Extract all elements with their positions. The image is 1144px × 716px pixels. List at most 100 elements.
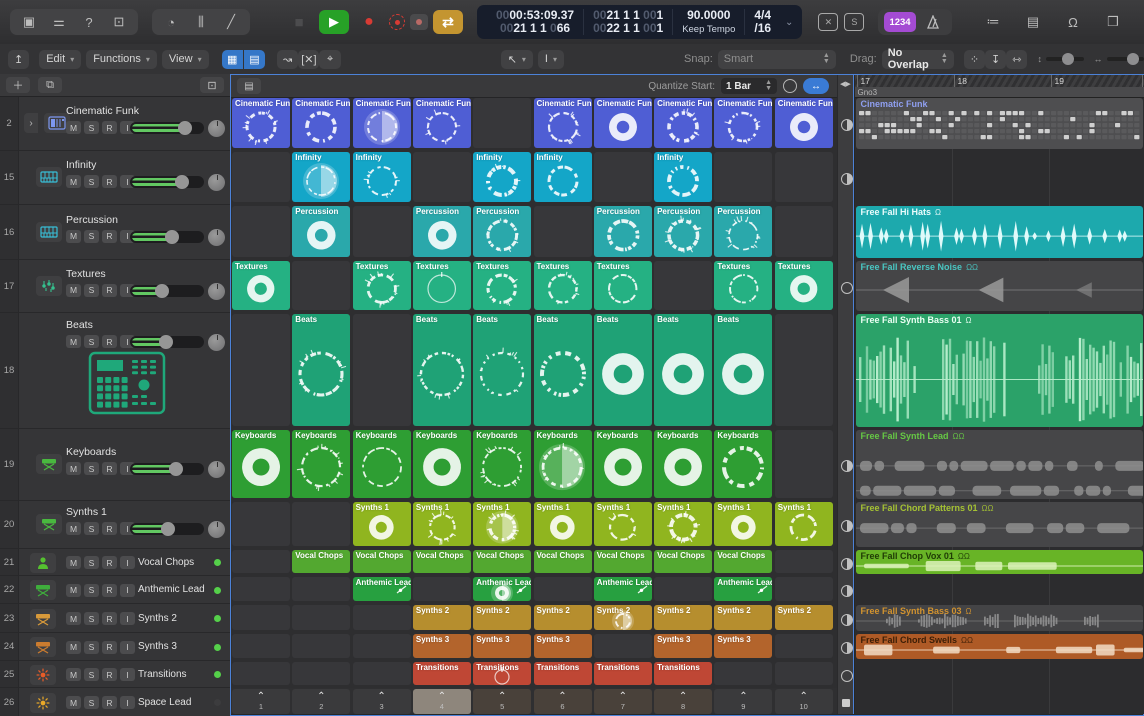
snap-select[interactable]: Smart▲▼ — [718, 50, 836, 69]
sun-icon[interactable] — [30, 665, 56, 685]
empty-cell-slot[interactable] — [232, 502, 290, 546]
empty-cell-slot[interactable] — [775, 634, 833, 658]
m-button[interactable]: M — [66, 522, 81, 535]
drum-grid-icon[interactable] — [36, 222, 62, 242]
track-name[interactable]: Space Lead — [138, 697, 191, 708]
track-name[interactable]: Percussion — [66, 214, 118, 226]
grid-cell[interactable]: Transitions — [594, 662, 652, 685]
i-button[interactable]: I — [120, 556, 135, 569]
volume-slider[interactable] — [130, 523, 204, 535]
empty-cell-slot[interactable] — [775, 662, 833, 685]
grid-cell[interactable]: Synths 1 — [714, 502, 772, 546]
grid-cell[interactable]: Percussion — [473, 206, 531, 257]
view-menu[interactable]: View▾ — [162, 50, 209, 69]
grid-cell[interactable]: Textures — [534, 261, 592, 310]
grid-cell[interactable]: Cinematic Funk — [413, 98, 471, 148]
audio-region[interactable]: Free Fall Chop Vox 01ΩΩ — [856, 550, 1143, 574]
note-pads-icon[interactable]: ▤ — [1020, 11, 1046, 33]
row-focus-icon[interactable] — [841, 585, 853, 597]
row-focus-icon[interactable] — [841, 173, 853, 185]
m-button[interactable]: M — [66, 284, 81, 297]
m-button[interactable]: M — [66, 335, 81, 348]
empty-cell-slot[interactable] — [232, 662, 290, 685]
functions-menu[interactable]: Functions▾ — [86, 50, 157, 69]
grid-cell[interactable]: Synths 3 — [714, 634, 772, 658]
empty-cell-slot[interactable] — [654, 261, 712, 310]
m-button[interactable]: M — [66, 121, 81, 134]
scene-row-focus-icon[interactable] — [842, 699, 850, 707]
grid-cell[interactable]: Beats — [292, 314, 350, 426]
grid-cell[interactable]: Synths 2 — [775, 605, 833, 630]
track-header[interactable]: 20Synths 1MSRI — [0, 501, 230, 549]
scene-trigger[interactable]: ⌃10 — [775, 689, 833, 714]
grid-cell[interactable]: Cinematic Funk — [654, 98, 712, 148]
tuner-icon[interactable]: ◔ — [158, 11, 184, 33]
empty-cell-slot[interactable] — [232, 634, 290, 658]
track-name[interactable]: Synths 2 — [138, 613, 177, 624]
row-focus-icon[interactable] — [841, 614, 853, 626]
grid-cell[interactable]: Textures — [232, 261, 290, 310]
volume-slider[interactable] — [130, 463, 204, 475]
mini-record-icon[interactable] — [410, 14, 428, 30]
keyboard-icon[interactable] — [30, 580, 56, 600]
horizontal-zoom-slider[interactable] — [1107, 57, 1144, 61]
loop-browser-icon[interactable]: Ω — [1060, 11, 1086, 33]
tracks-view-button[interactable]: ▤ — [244, 50, 265, 69]
track-name[interactable]: Vocal Chops — [138, 557, 194, 568]
stop-button[interactable]: ■ — [284, 10, 314, 34]
s-button[interactable]: S — [84, 121, 99, 134]
empty-cell-slot[interactable] — [413, 577, 471, 601]
row-focus-icon[interactable] — [841, 282, 853, 294]
count-in-button[interactable]: 1234 — [884, 12, 915, 32]
empty-cell-slot[interactable] — [292, 605, 350, 630]
empty-cell-slot[interactable] — [775, 152, 833, 202]
audio-region[interactable]: Free Fall Synth Bass 01Ω — [856, 314, 1143, 427]
grid-settings-icon[interactable]: ▤ — [237, 78, 261, 94]
grid-cell[interactable]: Transitions — [534, 662, 592, 685]
drum-grid-icon[interactable] — [36, 167, 62, 187]
track-header[interactable]: 25MSRITransitions — [0, 661, 230, 688]
grid-cell[interactable]: Infinity — [473, 152, 531, 202]
grid-cell[interactable]: Synths 2 — [413, 605, 471, 630]
grid-cell[interactable]: Synths 1 — [594, 502, 652, 546]
editors-icon[interactable]: ⊡ — [106, 11, 132, 33]
volume-slider[interactable] — [130, 122, 204, 134]
r-button[interactable]: R — [102, 175, 117, 188]
m-button[interactable]: M — [66, 612, 81, 625]
track-name[interactable]: Synths 1 — [66, 506, 107, 518]
empty-cell-slot[interactable] — [292, 261, 350, 310]
grid-cell[interactable]: Keyboards — [714, 430, 772, 498]
volume-slider[interactable] — [130, 231, 204, 243]
metronome-icon[interactable] — [920, 11, 946, 33]
input-monitor-dot[interactable] — [214, 699, 221, 706]
automation-icon[interactable]: ↝ — [277, 50, 298, 69]
grid-cell[interactable]: Synths 3 — [534, 634, 592, 658]
grid-cell[interactable]: Beats — [534, 314, 592, 426]
grid-cell[interactable]: Synths 1 — [413, 502, 471, 546]
duplicate-track-button[interactable]: ⧉ — [38, 77, 62, 93]
r-button[interactable]: R — [102, 462, 117, 475]
track-panel-options-icon[interactable]: ⊡ — [200, 77, 224, 93]
empty-cell-slot[interactable] — [534, 206, 592, 257]
scene-trigger[interactable]: ⌃3 — [353, 689, 411, 714]
grid-cell[interactable]: Anthemic Lead — [473, 577, 531, 601]
empty-cell-slot[interactable] — [775, 550, 833, 573]
scene-trigger[interactable]: ⌃1 — [232, 689, 290, 714]
grid-cell[interactable]: Anthemic Lead — [594, 577, 652, 601]
help-icon[interactable]: ? — [76, 11, 102, 33]
empty-cell-slot[interactable] — [594, 152, 652, 202]
grid-tracks-divider[interactable]: ◀▶ — [837, 75, 854, 714]
text-tool-menu[interactable]: I▾ — [538, 50, 564, 69]
s-button[interactable]: S — [84, 462, 99, 475]
disclosure-icon[interactable]: › — [24, 113, 38, 133]
track-name[interactable]: Synths 3 — [138, 641, 177, 652]
m-button[interactable]: M — [66, 696, 81, 709]
pencil-icon[interactable]: ╱ — [218, 11, 244, 33]
grid-cell[interactable]: Percussion — [413, 206, 471, 257]
r-button[interactable]: R — [102, 121, 117, 134]
grid-cell[interactable]: Percussion — [594, 206, 652, 257]
grid-cell[interactable]: Synths 2 — [714, 605, 772, 630]
grid-cell[interactable]: Cinematic Funk — [232, 98, 290, 148]
i-button[interactable]: I — [120, 641, 135, 654]
midi-region[interactable]: Cinematic Funk — [856, 98, 1143, 149]
